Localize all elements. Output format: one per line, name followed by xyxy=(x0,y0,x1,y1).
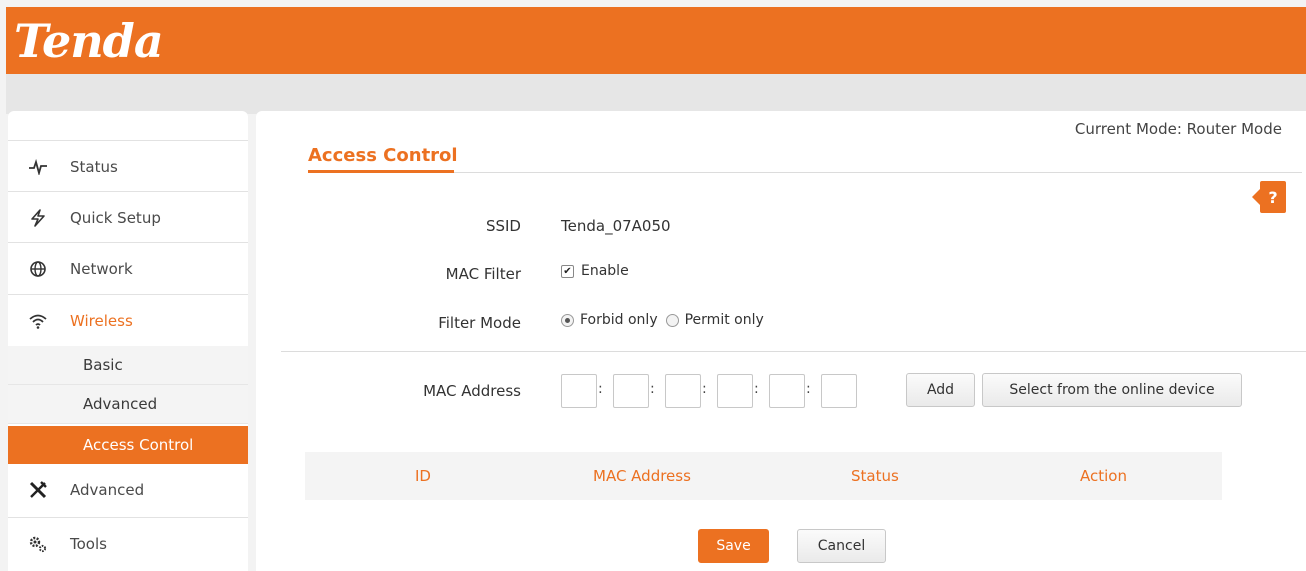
help-button[interactable]: ? xyxy=(1252,181,1286,213)
mac-table-header: ID MAC Address Status Action xyxy=(305,452,1222,500)
mac-separator: : xyxy=(598,381,603,397)
save-button[interactable]: Save xyxy=(698,529,769,563)
wifi-icon xyxy=(28,311,48,331)
section-divider xyxy=(281,351,1306,352)
table-header-action: Action xyxy=(1080,467,1127,485)
mac-octet-2-input[interactable] xyxy=(613,374,649,408)
main-panel: Current Mode: Router Mode Access Control… xyxy=(256,111,1306,571)
pulse-icon xyxy=(28,157,48,177)
mac-address-label: MAC Address xyxy=(423,382,521,400)
sidebar-item-quick-setup[interactable]: Quick Setup xyxy=(8,191,248,243)
sidebar-item-label: Network xyxy=(70,259,133,278)
tools-icon xyxy=(28,480,48,500)
sidebar-item-network[interactable]: Network xyxy=(8,242,248,294)
mac-octet-5-input[interactable] xyxy=(769,374,805,408)
sidebar-item-label: Wireless xyxy=(70,311,133,330)
table-header-id: ID xyxy=(415,467,431,485)
title-divider xyxy=(308,172,1302,173)
sidebar-subitem-access-control[interactable]: Access Control xyxy=(8,426,248,464)
gears-icon xyxy=(28,534,48,554)
top-header: Tenda xyxy=(6,7,1306,74)
mac-filter-label: MAC Filter xyxy=(445,265,521,283)
filter-mode-control: Forbid only Permit only xyxy=(561,312,772,328)
filter-mode-label: Filter Mode xyxy=(438,314,521,332)
sidebar-item-label: Tools xyxy=(70,534,107,553)
title-underline xyxy=(308,170,454,173)
sidebar-subitem-label: Advanced xyxy=(83,395,158,413)
sidebar-item-status[interactable]: Status xyxy=(8,140,248,192)
globe-icon xyxy=(28,259,48,279)
permit-only-radio[interactable] xyxy=(665,313,679,327)
ssid-label: SSID xyxy=(485,217,521,235)
tenda-logo: Tenda xyxy=(14,14,164,68)
mac-separator: : xyxy=(754,381,759,397)
lightning-icon xyxy=(28,208,48,228)
sidebar-item-label: Status xyxy=(70,157,118,176)
sidebar: Status Quick Setup Network Wireless Basi… xyxy=(8,111,248,571)
permit-only-label: Permit only xyxy=(684,312,764,328)
mac-octet-6-input[interactable] xyxy=(821,374,857,408)
sidebar-item-label: Advanced xyxy=(70,480,145,499)
sidebar-subitem-label: Access Control xyxy=(83,436,194,454)
forbid-only-label: Forbid only xyxy=(580,312,658,328)
add-button[interactable]: Add xyxy=(906,373,975,407)
sidebar-item-wireless[interactable]: Wireless xyxy=(8,294,248,346)
mac-separator: : xyxy=(650,381,655,397)
header-band xyxy=(6,74,1306,114)
forbid-only-radio[interactable] xyxy=(561,313,574,327)
sidebar-item-tools[interactable]: Tools xyxy=(8,517,248,569)
mac-separator: : xyxy=(806,381,811,397)
mac-octet-3-input[interactable] xyxy=(665,374,701,408)
current-mode-text: Current Mode: Router Mode xyxy=(1074,120,1282,138)
select-online-device-button[interactable]: Select from the online device xyxy=(982,373,1242,407)
cancel-button[interactable]: Cancel xyxy=(797,529,886,563)
table-header-status: Status xyxy=(851,467,899,485)
sidebar-subitem-basic[interactable]: Basic xyxy=(8,346,248,385)
page-title: Access Control xyxy=(308,145,458,166)
table-header-mac-address: MAC Address xyxy=(593,467,691,485)
mac-octet-4-input[interactable] xyxy=(717,374,753,408)
sidebar-item-label: Quick Setup xyxy=(70,208,161,227)
help-icon: ? xyxy=(1268,187,1278,207)
sidebar-subitem-advanced[interactable]: Advanced xyxy=(8,385,248,424)
mac-separator: : xyxy=(702,381,707,397)
sidebar-subitem-label: Basic xyxy=(83,356,123,374)
sidebar-item-advanced[interactable]: Advanced xyxy=(8,464,248,515)
mac-filter-checkbox[interactable]: ✔ xyxy=(561,264,574,278)
mac-octet-1-input[interactable] xyxy=(561,374,597,408)
mac-filter-control: ✔ Enable xyxy=(561,263,637,279)
ssid-value: Tenda_07A050 xyxy=(561,217,671,235)
mac-filter-enable-label: Enable xyxy=(581,263,629,279)
